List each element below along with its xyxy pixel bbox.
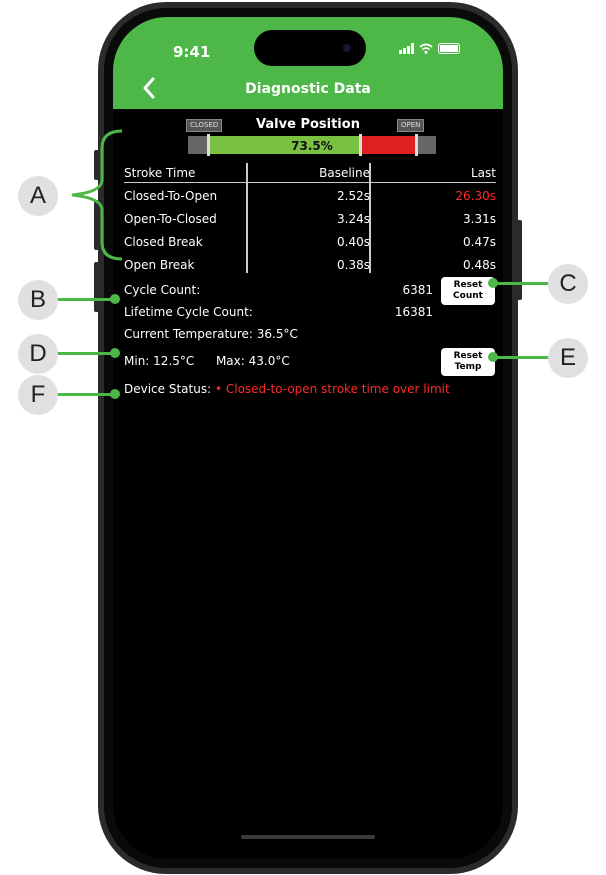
reset-count-label-2: Count	[453, 291, 483, 301]
callout-d-leader	[56, 352, 114, 355]
reset-temp-label-1: Reset	[453, 351, 483, 361]
callout-b-dot	[110, 294, 120, 304]
callout-f: F	[18, 375, 58, 415]
callout-d-dot	[110, 348, 120, 358]
row-name: Closed-To-Open	[124, 189, 218, 203]
callout-a: A	[18, 176, 58, 216]
max-temperature-label: Max:	[215, 354, 245, 368]
row-name: Closed Break	[124, 235, 203, 249]
max-temperature-value: 43.0°C	[248, 354, 290, 368]
row-baseline: 0.40s	[337, 235, 370, 249]
lifetime-cycle-count-value: 16381	[394, 305, 433, 319]
current-temperature-value: 36.5°C	[256, 327, 298, 341]
cycle-count-value: 6381	[402, 283, 433, 297]
status-time: 9:41	[173, 43, 211, 61]
row-last-alert: 26.30s	[455, 189, 496, 203]
reset-temp-button[interactable]: Reset Temp	[441, 348, 495, 376]
callout-f-leader	[56, 393, 114, 396]
app-header: 9:41 Diagnostic Data	[113, 17, 503, 109]
table-row: Open Break 0.38s 0.48s	[124, 255, 496, 278]
col-baseline: Baseline	[319, 166, 370, 180]
callout-f-dot	[110, 389, 120, 399]
bracket-a	[71, 129, 123, 261]
battery-icon	[438, 43, 460, 54]
home-indicator	[241, 835, 375, 839]
wifi-icon	[419, 43, 433, 54]
phone-screen: 9:41 Diagnostic Data CLOSED Valve Positi…	[113, 17, 503, 859]
valve-position-bar: 73.5%	[188, 134, 436, 156]
temperature-range: Min: 12.5°C Max: 43.0°C	[124, 354, 290, 368]
device-status-label: Device Status:	[124, 382, 212, 396]
min-temperature-value: 12.5°C	[153, 354, 195, 368]
callout-c: C	[548, 264, 588, 304]
status-icons	[399, 43, 460, 54]
reset-temp-label-2: Temp	[454, 362, 482, 372]
table-column-divider	[246, 163, 248, 273]
lifetime-cycle-count-label: Lifetime Cycle Count:	[124, 305, 253, 319]
callout-c-dot	[488, 278, 498, 288]
signal-icon	[399, 43, 414, 54]
col-last: Last	[471, 166, 496, 180]
row-name: Open-To-Closed	[124, 212, 217, 226]
table-column-divider	[369, 163, 371, 273]
camera-icon	[343, 44, 351, 52]
table-row: Closed Break 0.40s 0.47s	[124, 232, 496, 255]
row-last: 3.31s	[463, 212, 496, 226]
reset-count-button[interactable]: Reset Count	[441, 277, 495, 305]
min-temperature-label: Min:	[124, 354, 150, 368]
current-temperature: Current Temperature: 36.5°C	[124, 327, 298, 341]
current-temperature-label: Current Temperature:	[124, 327, 253, 341]
row-name: Open Break	[124, 258, 195, 272]
row-baseline: 3.24s	[337, 212, 370, 226]
table-row: Open-To-Closed 3.24s 3.31s	[124, 209, 496, 232]
cycle-count-label: Cycle Count:	[124, 283, 201, 297]
row-baseline: 0.38s	[337, 258, 370, 272]
col-stroke-time: Stroke Time	[124, 166, 196, 180]
page-title: Diagnostic Data	[245, 81, 371, 97]
open-tag: OPEN	[397, 119, 425, 132]
device-status-message: • Closed-to-open stroke time over limit	[214, 382, 450, 396]
callout-c-leader	[492, 282, 552, 285]
valve-position-label: Valve Position	[256, 117, 360, 132]
table-row: Closed-To-Open 2.52s 26.30s	[124, 186, 496, 209]
callout-e-dot	[488, 352, 498, 362]
callout-b: B	[18, 280, 58, 320]
table-header-divider	[124, 182, 496, 183]
callout-e-leader	[492, 356, 552, 359]
callout-d: D	[18, 334, 58, 374]
callout-b-leader	[56, 298, 114, 301]
reset-count-label-1: Reset	[453, 280, 483, 290]
valve-percent: 73.5%	[291, 139, 333, 153]
row-baseline: 2.52s	[337, 189, 370, 203]
row-last: 0.47s	[463, 235, 496, 249]
device-status: Device Status: • Closed-to-open stroke t…	[124, 382, 450, 396]
callout-e: E	[548, 338, 588, 378]
row-last: 0.48s	[463, 258, 496, 272]
